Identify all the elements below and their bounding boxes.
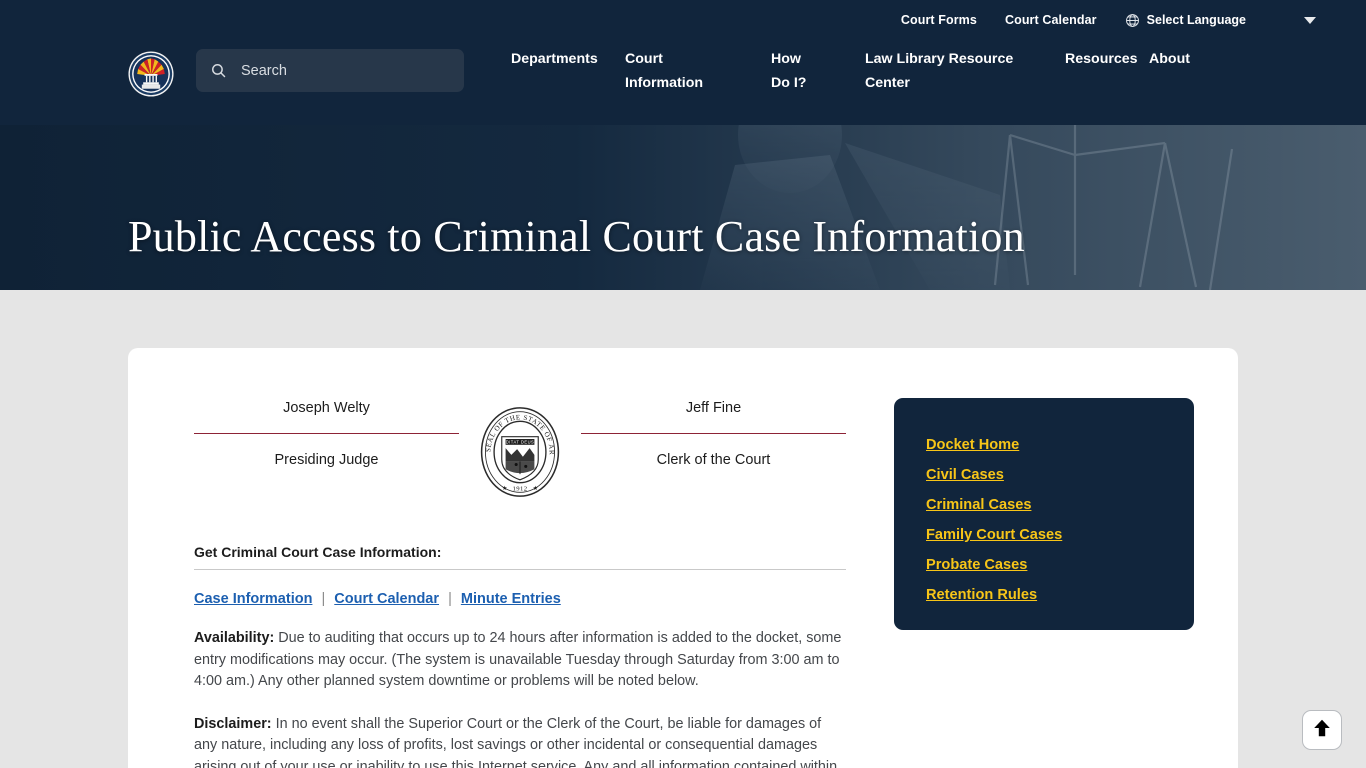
nav-item-resources[interactable]: Resources	[1061, 47, 1138, 95]
scroll-to-top-button[interactable]	[1302, 710, 1342, 750]
link-minute-entries[interactable]: Minute Entries	[461, 591, 561, 607]
nav-item-about[interactable]: About	[1145, 47, 1190, 95]
officials-banner: Joseph Welty Presiding Judge GREAT SEAL …	[194, 398, 846, 500]
search-icon	[210, 62, 227, 79]
primary-nav: Departments Court Information How Do I? …	[507, 47, 1190, 95]
utility-link-court-forms[interactable]: Court Forms	[887, 13, 991, 27]
site-header: Court Forms Court Calendar Select Langua…	[0, 0, 1366, 125]
nav-item-law-library-resource-center[interactable]: Law Library Resource Center	[861, 47, 1023, 95]
side-link-criminal-cases[interactable]: Criminal Cases	[926, 496, 1194, 515]
nav-item-departments[interactable]: Departments	[507, 47, 598, 95]
disclaimer-text: In no event shall the Superior Court or …	[194, 715, 838, 768]
nav-item-how-do-i[interactable]: How Do I?	[767, 47, 825, 95]
disclaimer-paragraph: Disclaimer: In no event shall the Superi…	[194, 714, 846, 768]
docket-links-panel: Docket Home Civil Cases Criminal Cases F…	[894, 398, 1194, 630]
side-link-retention-rules[interactable]: Retention Rules	[926, 586, 1194, 605]
link-court-calendar[interactable]: Court Calendar	[334, 591, 439, 607]
chevron-down-icon[interactable]	[1303, 16, 1316, 24]
side-link-docket-home[interactable]: Docket Home	[926, 436, 1194, 455]
page-title: Public Access to Criminal Court Case Inf…	[128, 212, 1025, 262]
language-selector[interactable]: Select Language	[1111, 13, 1316, 28]
presiding-judge-name: Joseph Welty	[283, 400, 370, 416]
side-link-civil-cases[interactable]: Civil Cases	[926, 466, 1194, 485]
content-card: Joseph Welty Presiding Judge GREAT SEAL …	[128, 348, 1238, 768]
main-column: Joseph Welty Presiding Judge GREAT SEAL …	[194, 398, 846, 768]
presiding-judge-title: Presiding Judge	[274, 452, 379, 468]
availability-label: Availability:	[194, 630, 275, 646]
svg-text:DITAT DEUS: DITAT DEUS	[506, 440, 535, 445]
section-heading: Get Criminal Court Case Information:	[194, 544, 846, 570]
utility-link-court-calendar[interactable]: Court Calendar	[991, 13, 1111, 27]
page-body: Joseph Welty Presiding Judge GREAT SEAL …	[0, 290, 1366, 768]
arizona-state-seal-icon: GREAT SEAL OF THE STATE OF ARIZONA DITAT…	[469, 398, 568, 500]
official-clerk-of-court: Jeff Fine Clerk of the Court	[581, 398, 846, 470]
search-input[interactable]	[241, 62, 441, 79]
clerk-name: Jeff Fine	[685, 400, 742, 416]
side-column: Docket Home Civil Cases Criminal Cases F…	[894, 398, 1194, 768]
clerk-title: Clerk of the Court	[656, 452, 771, 468]
official-presiding-judge: Joseph Welty Presiding Judge	[194, 398, 459, 470]
side-link-family-court-cases[interactable]: Family Court Cases	[926, 526, 1194, 545]
arrow-up-icon	[1311, 717, 1333, 744]
svg-text:★: ★	[533, 485, 538, 492]
hero-banner: Public Access to Criminal Court Case Inf…	[0, 125, 1366, 290]
court-logo[interactable]	[128, 51, 174, 97]
globe-icon	[1125, 13, 1140, 28]
main-nav-bar: Departments Court Information How Do I? …	[0, 40, 1366, 125]
link-separator: |	[321, 591, 326, 607]
language-label: Select Language	[1146, 13, 1246, 27]
utility-bar: Court Forms Court Calendar Select Langua…	[0, 0, 1366, 40]
case-info-links: Case Information | Court Calendar | Minu…	[194, 591, 846, 607]
nav-item-court-information[interactable]: Court Information	[621, 47, 725, 95]
link-case-information[interactable]: Case Information	[194, 591, 312, 607]
link-separator: |	[448, 591, 452, 607]
disclaimer-label: Disclaimer:	[194, 715, 272, 732]
side-link-probate-cases[interactable]: Probate Cases	[926, 556, 1194, 575]
availability-paragraph: Availability: Due to auditing that occur…	[194, 628, 846, 693]
svg-text:★: ★	[502, 485, 507, 492]
search-box[interactable]	[196, 49, 464, 92]
svg-text:1912: 1912	[513, 485, 528, 492]
availability-text: Due to auditing that occurs up to 24 hou…	[194, 630, 842, 689]
